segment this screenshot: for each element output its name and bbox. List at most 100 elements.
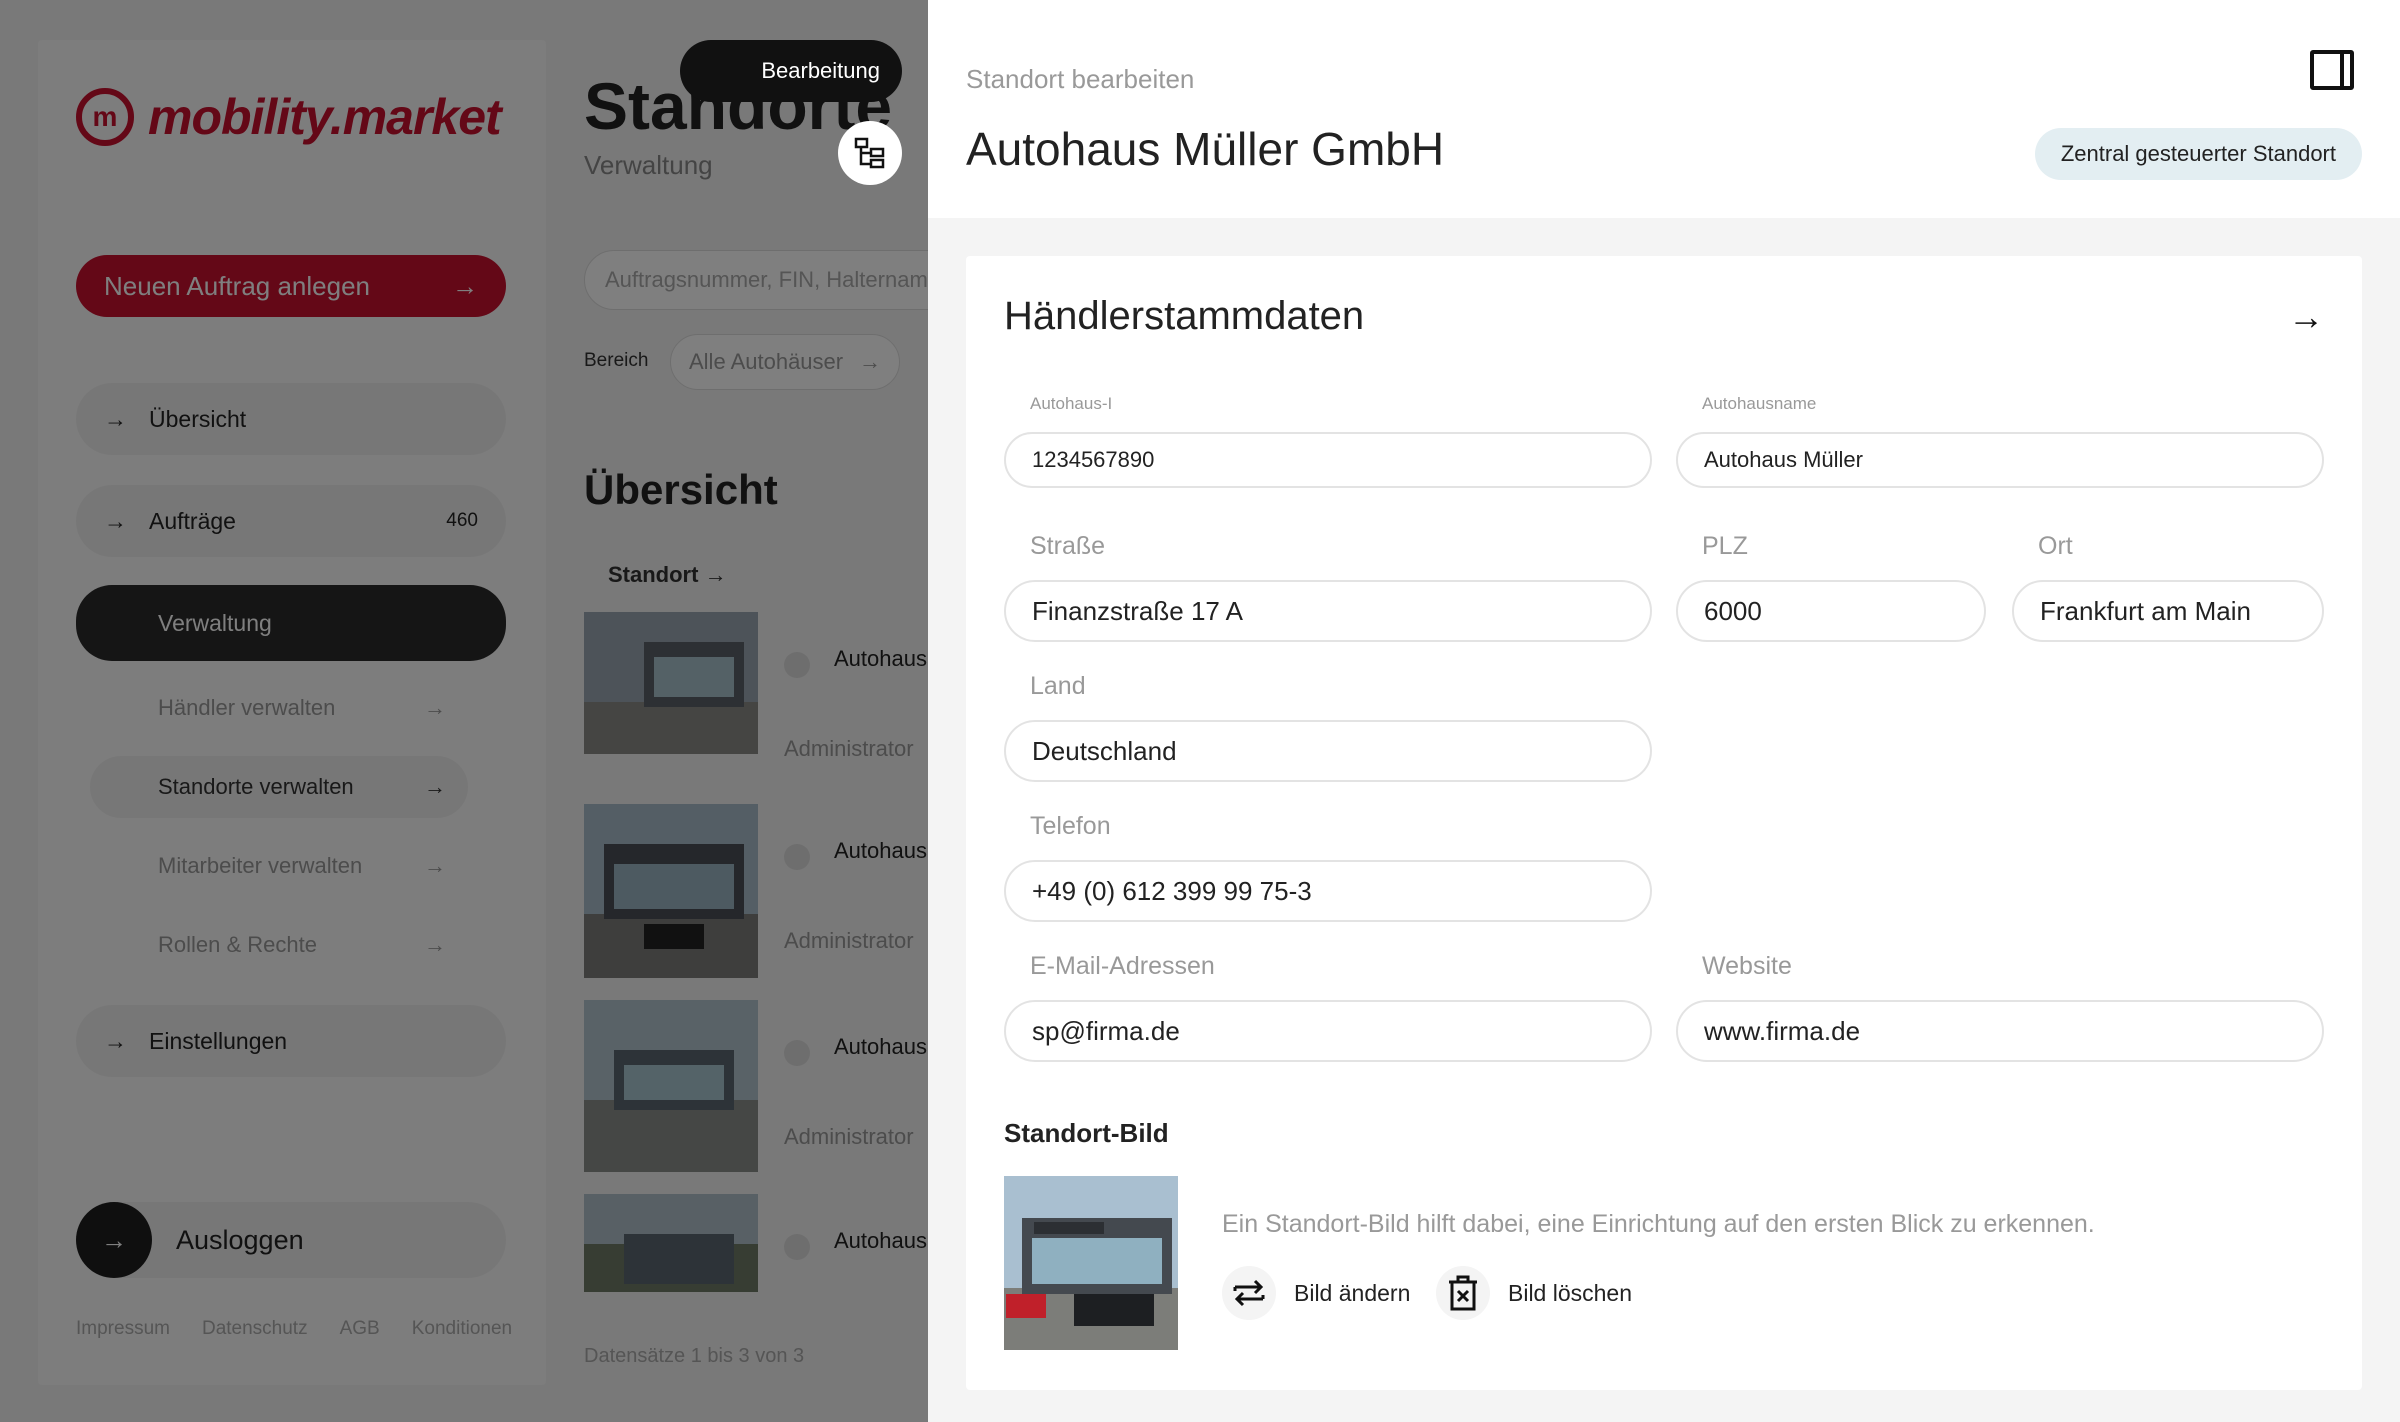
search-placeholder: Auftragsnummer, FIN, Haltername <box>605 267 941 292</box>
filter-select[interactable]: Alle Autohäuser → <box>670 334 900 390</box>
row-radio[interactable] <box>784 652 810 678</box>
delete-image-label: Bild löschen <box>1508 1279 1633 1306</box>
row-name: Autohaus <box>834 838 927 863</box>
tree-view-button[interactable] <box>838 121 902 185</box>
new-order-button[interactable]: Neuen Auftrag anlegen → <box>76 255 506 317</box>
hierarchy-icon <box>854 137 885 169</box>
table-row[interactable]: Autohaus Administrator <box>584 804 927 980</box>
trash-icon <box>1436 1266 1490 1320</box>
table-row[interactable]: Autohaus Administrator <box>584 1000 927 1176</box>
phone-field[interactable]: +49 (0) 612 399 99 75-3 <box>1004 860 1652 922</box>
card-title: Händlerstammdaten <box>1004 294 1365 338</box>
country-label: Land <box>1030 672 1086 700</box>
location-image <box>1004 1176 1178 1350</box>
website-value: www.firma.de <box>1704 1015 1861 1046</box>
country-field[interactable]: Deutschland <box>1004 720 1652 782</box>
logout-button[interactable]: → Ausloggen <box>76 1202 506 1278</box>
street-value: Finanzstraße 17 A <box>1032 595 1243 626</box>
arrow-right-icon: → <box>704 562 727 587</box>
brand-logo[interactable]: m mobility.market <box>76 88 502 146</box>
arrow-right-icon: → <box>104 507 127 534</box>
image-section-title: Standort-Bild <box>1004 1118 1169 1148</box>
zip-label: PLZ <box>1702 532 1748 560</box>
location-thumbnail <box>584 1194 758 1292</box>
autohaus-id-field[interactable]: 1234567890 <box>1004 432 1652 488</box>
footer-link[interactable]: AGB <box>340 1318 380 1340</box>
arrow-right-icon: → <box>104 1027 127 1054</box>
zip-value: 6000 <box>1704 595 1762 626</box>
sidebar-item-orders[interactable]: → Aufträge 460 <box>76 485 506 557</box>
zip-field[interactable]: 6000 <box>1676 580 1986 642</box>
row-radio[interactable] <box>784 844 810 870</box>
city-label: Ort <box>2038 532 2073 560</box>
autohaus-id-value: 1234567890 <box>1032 447 1155 472</box>
logo-mark-icon: m <box>76 88 134 146</box>
sidebar-subitem-dealers[interactable]: Händler verwalten → <box>90 677 468 739</box>
sidebar-subitem-label: Mitarbeiter verwalten <box>158 853 363 878</box>
sidebar-subitem-employees[interactable]: Mitarbeiter verwalten → <box>90 835 468 897</box>
row-role: Administrator <box>784 1124 914 1149</box>
location-thumbnail <box>584 1000 758 1172</box>
column-header[interactable]: Standort → <box>608 562 727 588</box>
country-value: Deutschland <box>1032 735 1177 766</box>
arrow-right-icon: → <box>859 349 881 374</box>
autohausname-field[interactable]: Autohaus Müller <box>1676 432 2324 488</box>
sidebar-item-label: Übersicht <box>149 405 247 432</box>
row-name: Autohaus <box>834 646 927 671</box>
column-header-label: Standort <box>608 562 699 587</box>
arrow-right-icon[interactable]: → <box>2288 296 2324 338</box>
sidebar-item-administration[interactable]: Verwaltung <box>76 585 506 661</box>
edit-mode-label: Bearbeitung <box>761 58 880 83</box>
edit-mode-toggle[interactable]: Bearbeitung <box>680 40 902 102</box>
table-row[interactable]: Autohaus <box>584 1194 927 1294</box>
city-value: Frankfurt am Main <box>2040 595 2251 626</box>
sidebar-toggle-icon[interactable] <box>2310 50 2354 90</box>
filter-label: Bereich <box>584 350 649 371</box>
panel-header: Standort bearbeiten Autohaus Müller GmbH… <box>928 0 2400 218</box>
logout-label: Ausloggen <box>176 1224 304 1255</box>
sidebar-subitem-locations[interactable]: Standorte verwalten → <box>90 756 468 818</box>
arrow-right-icon: → <box>76 1202 152 1278</box>
footer-link[interactable]: Konditionen <box>412 1318 512 1340</box>
email-value: sp@firma.de <box>1032 1015 1180 1046</box>
phone-label: Telefon <box>1030 812 1111 840</box>
sidebar-item-settings[interactable]: → Einstellungen <box>76 1005 506 1077</box>
sidebar-item-label: Einstellungen <box>149 1027 288 1054</box>
dealer-master-data-card: Händlerstammdaten → Autohaus-I 123456789… <box>966 256 2362 1390</box>
autohausname-value: Autohaus Müller <box>1704 447 1863 472</box>
row-radio[interactable] <box>784 1040 810 1066</box>
website-field[interactable]: www.firma.de <box>1676 1000 2324 1062</box>
arrow-right-icon: → <box>424 853 446 878</box>
street-field[interactable]: Finanzstraße 17 A <box>1004 580 1652 642</box>
location-thumbnail <box>584 804 758 978</box>
sidebar-subitem-label: Standorte verwalten <box>158 774 354 799</box>
arrow-right-icon: → <box>452 270 478 301</box>
records-count: Datensätze 1 bis 3 von 3 <box>584 1345 805 1367</box>
table-row[interactable]: Autohaus Administrator <box>584 612 927 788</box>
filter-value: Alle Autohäuser <box>689 349 844 374</box>
sidebar-item-label: Aufträge <box>149 507 236 534</box>
email-label: E-Mail-Adressen <box>1030 952 1215 980</box>
section-title: Übersicht <box>584 466 778 513</box>
email-field[interactable]: sp@firma.de <box>1004 1000 1652 1062</box>
sidebar-item-overview[interactable]: → Übersicht <box>76 383 506 455</box>
footer-link[interactable]: Datenschutz <box>202 1318 308 1340</box>
location-thumbnail <box>584 612 758 754</box>
page-subtitle: Verwaltung <box>584 150 713 180</box>
panel-title: Autohaus Müller GmbH <box>966 123 1445 175</box>
sidebar-subitem-label: Händler verwalten <box>158 695 336 720</box>
row-radio[interactable] <box>784 1234 810 1260</box>
website-label: Website <box>1702 952 1792 980</box>
sidebar-item-label: Verwaltung <box>158 609 272 636</box>
panel-caption: Standort bearbeiten <box>966 64 1195 94</box>
swap-icon <box>1222 1266 1276 1320</box>
sidebar-subitem-roles[interactable]: Rollen & Rechte → <box>90 914 468 976</box>
phone-value: +49 (0) 612 399 99 75-3 <box>1032 875 1312 906</box>
city-field[interactable]: Frankfurt am Main <box>2012 580 2324 642</box>
footer-link[interactable]: Impressum <box>76 1318 170 1340</box>
delete-image-button[interactable]: Bild löschen <box>1436 1266 1632 1320</box>
row-role: Administrator <box>784 928 914 953</box>
arrow-right-icon: → <box>424 695 446 720</box>
brand-name: mobility.market <box>148 89 502 145</box>
change-image-button[interactable]: Bild ändern <box>1222 1266 1410 1320</box>
